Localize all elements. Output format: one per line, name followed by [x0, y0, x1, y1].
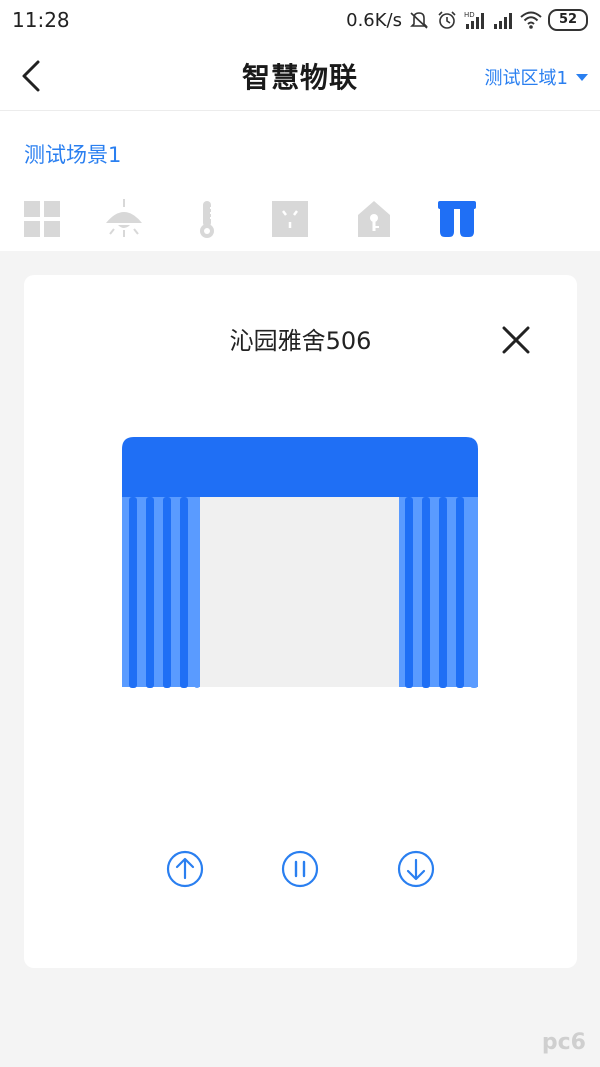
socket-icon: [272, 201, 308, 237]
device-name: 沁园雅舍506: [229, 327, 372, 355]
pause-button[interactable]: [280, 849, 320, 889]
grid-icon: [24, 201, 60, 237]
curtain-open-illustration: [122, 437, 478, 688]
open-button[interactable]: [165, 849, 205, 889]
mute-icon: [410, 12, 428, 29]
close-icon: [502, 326, 530, 354]
tab-curtain[interactable]: [437, 199, 477, 239]
close-button[interactable]: [499, 323, 533, 357]
caret-down-icon: [576, 73, 588, 81]
signal-icon: [494, 13, 512, 29]
tab-all-devices[interactable]: [22, 199, 62, 239]
status-bar: 11:28 0.6K/s HD 52: [0, 0, 600, 40]
status-icons: 0.6K/s HD 52: [346, 8, 588, 32]
scene-section: 测试场景1: [0, 111, 600, 251]
device-card: 沁园雅舍506: [24, 275, 577, 968]
tab-temperature[interactable]: [187, 199, 227, 239]
tab-security[interactable]: [354, 199, 394, 239]
tab-socket[interactable]: [270, 199, 310, 239]
wifi-icon: [520, 11, 542, 29]
svg-text:HD: HD: [464, 11, 475, 19]
pause-circle-icon: [281, 850, 319, 888]
app-header: 智慧物联 测试区域1: [0, 40, 600, 111]
area-selector[interactable]: 测试区域1: [485, 64, 588, 90]
thermometer-icon: [200, 201, 214, 238]
network-speed: 0.6K/s: [346, 9, 402, 31]
arrow-down-circle-icon: [397, 850, 435, 888]
watermark: pc6: [541, 1030, 586, 1055]
door-lock-icon: [358, 201, 390, 237]
alarm-icon: [438, 11, 456, 29]
close-curtain-button[interactable]: [396, 849, 436, 889]
tab-lighting[interactable]: [104, 199, 144, 239]
ceiling-lamp-icon: [106, 199, 142, 237]
status-time: 11:28: [12, 8, 70, 32]
battery-icon: 52: [548, 9, 588, 31]
hd-signal-icon: HD: [464, 11, 484, 29]
curtain-illustration: [122, 437, 478, 693]
category-tabs: [0, 199, 600, 239]
arrow-up-circle-icon: [166, 850, 204, 888]
scene-name[interactable]: 测试场景1: [24, 139, 121, 169]
curtain-icon: [438, 201, 476, 237]
area-label: 测试区域1: [484, 68, 568, 89]
